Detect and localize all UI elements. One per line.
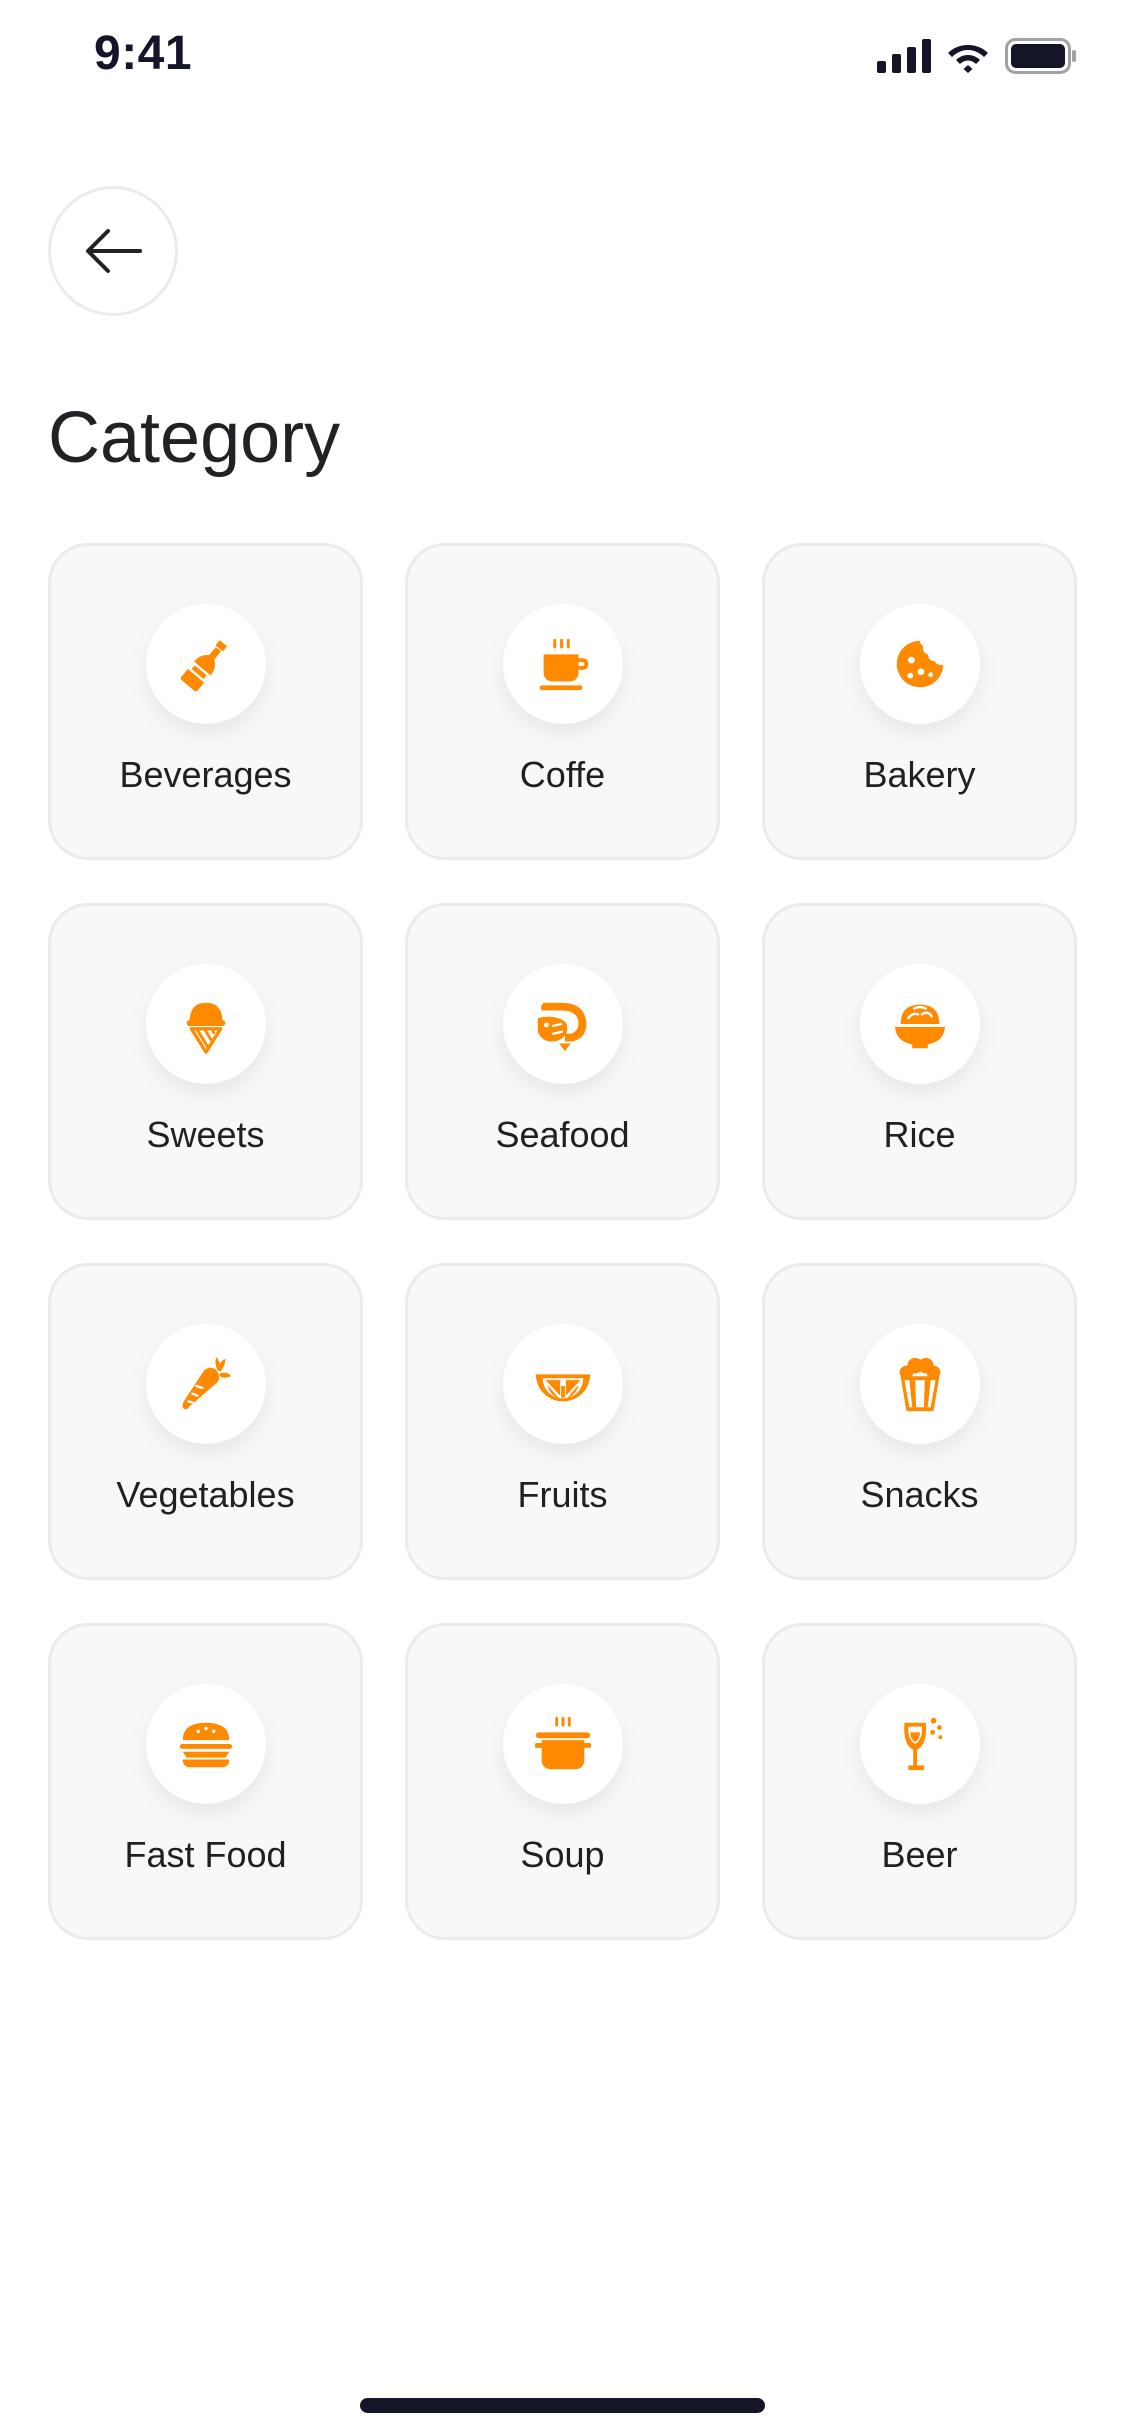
wine-glass-icon xyxy=(903,1717,942,1771)
category-label: Soup xyxy=(520,1834,605,1875)
category-card-sweets[interactable]: Sweets xyxy=(48,903,363,1220)
category-grid: Beverages Coffe Bakery Sweets Seafood Ri… xyxy=(48,543,1077,1940)
page-title: Category xyxy=(48,398,341,478)
category-card-coffe[interactable]: Coffe xyxy=(405,543,720,860)
icon-circle xyxy=(859,604,980,724)
carrot-icon xyxy=(181,1356,231,1410)
wifi-icon xyxy=(948,45,988,73)
category-card-beverages[interactable]: Beverages xyxy=(48,543,363,860)
category-card-vegetables[interactable]: Vegetables xyxy=(48,1263,363,1580)
category-card-snacks[interactable]: Snacks xyxy=(762,1263,1077,1580)
category-label: Fast Food xyxy=(124,1834,287,1875)
category-label: Beer xyxy=(881,1834,958,1875)
icon-circle xyxy=(859,964,980,1084)
rice-bowl-icon xyxy=(894,1004,945,1049)
category-label: Vegetables xyxy=(116,1474,295,1515)
icon-circle xyxy=(502,604,623,724)
battery-icon xyxy=(1005,38,1076,74)
cellular-signal-icon xyxy=(877,39,931,73)
ice-cream-icon xyxy=(186,1002,225,1054)
icon-circle xyxy=(859,1324,980,1444)
icon-circle xyxy=(145,604,266,724)
icon-circle xyxy=(145,1324,266,1444)
category-label: Rice xyxy=(883,1114,956,1155)
category-label: Beverages xyxy=(119,754,292,795)
home-indicator[interactable] xyxy=(360,2398,765,2413)
category-card-beer[interactable]: Beer xyxy=(762,1623,1077,1940)
category-label: Fruits xyxy=(517,1474,608,1515)
icon-circle xyxy=(502,1684,623,1804)
category-card-fruits[interactable]: Fruits xyxy=(405,1263,720,1580)
icon-circle xyxy=(502,964,623,1084)
icon-circle xyxy=(145,964,266,1084)
category-label: Seafood xyxy=(495,1114,630,1155)
category-label: Snacks xyxy=(860,1474,979,1515)
coffee-cup-icon xyxy=(539,638,588,691)
arrow-left-icon xyxy=(86,229,142,273)
burger-icon xyxy=(179,1722,232,1768)
status-bar: 9:41 xyxy=(0,0,1125,132)
category-card-seafood[interactable]: Seafood xyxy=(405,903,720,1220)
icon-circle xyxy=(145,1684,266,1804)
category-card-bakery[interactable]: Bakery xyxy=(762,543,1077,860)
bottle-icon xyxy=(180,640,227,692)
category-label: Bakery xyxy=(863,754,976,795)
icon-circle xyxy=(502,1324,623,1444)
soup-pot-icon xyxy=(534,1716,591,1770)
icon-circle xyxy=(859,1684,980,1804)
category-card-rice[interactable]: Rice xyxy=(762,903,1077,1220)
category-label: Sweets xyxy=(146,1114,265,1155)
popcorn-icon xyxy=(899,1357,940,1412)
back-button[interactable] xyxy=(48,186,178,316)
cookie-icon xyxy=(896,640,943,688)
category-card-soup[interactable]: Soup xyxy=(405,1623,720,1940)
shrimp-icon xyxy=(537,1002,586,1052)
status-time: 9:41 xyxy=(94,27,193,80)
category-label: Coffe xyxy=(519,754,606,795)
orange-slice-icon xyxy=(535,1374,590,1402)
category-card-fast-food[interactable]: Fast Food xyxy=(48,1623,363,1940)
status-icons xyxy=(877,36,1077,76)
